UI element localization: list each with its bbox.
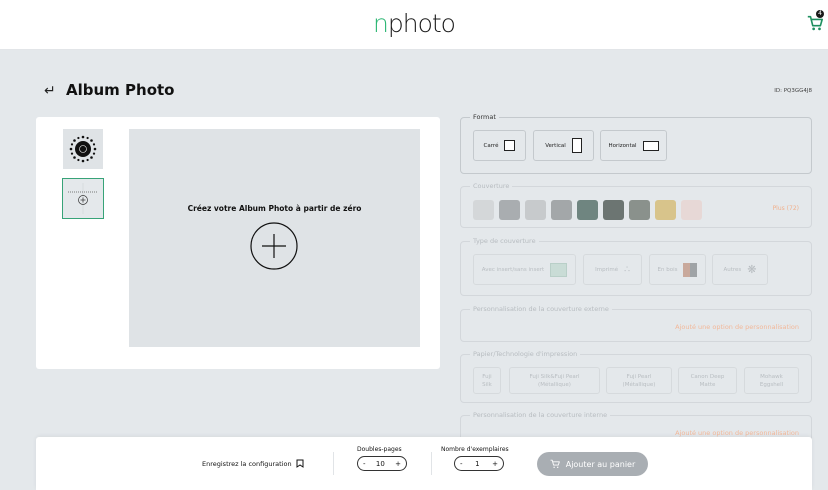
doubles-minus-button[interactable]: -: [363, 460, 366, 468]
save-configuration-label: Enregistrez la configuration: [202, 459, 292, 468]
cover-dots-icon: [69, 135, 97, 163]
exemplaires-value: 1: [475, 459, 480, 468]
couverture-legend: Couverture: [470, 182, 513, 190]
cover-swatch[interactable]: [577, 200, 598, 220]
cover-swatch[interactable]: [551, 200, 572, 220]
type-autres-option[interactable]: Autres ❋: [712, 254, 768, 285]
papier-option-line1: Fuji Silk&Fuji Pearl: [529, 373, 580, 380]
thumbnail-spread[interactable]: [62, 178, 104, 219]
bottom-action-bar: [36, 437, 812, 490]
cover-swatch[interactable]: [629, 200, 650, 220]
papier-fuji-pearl[interactable]: Fuji Pearl (Métallique): [606, 367, 672, 394]
doubles-pages-label: Doubles-pages: [357, 446, 402, 453]
couverture-group: Couverture Plus (72): [460, 182, 812, 228]
format-option-horizontal[interactable]: Horizontal: [600, 130, 667, 161]
perso-externe-legend: Personnalisation de la couverture extern…: [470, 305, 612, 313]
back-arrow-icon[interactable]: ↵: [44, 83, 56, 99]
top-header: nphoto 4: [0, 0, 828, 50]
cart-icon: [550, 459, 560, 469]
exemplaires-plus-button[interactable]: +: [492, 460, 498, 468]
cover-swatch[interactable]: [603, 200, 624, 220]
format-option-vertical[interactable]: Vertical: [533, 130, 594, 161]
papier-option-line2: Matte: [699, 381, 716, 388]
add-circle-icon[interactable]: [250, 222, 298, 270]
product-id: ID: PQ3GG4J8: [774, 88, 812, 94]
page-title: Album Photo: [66, 81, 175, 99]
bottom-divider: [431, 452, 432, 475]
add-to-cart-label: Ajouter au panier: [565, 459, 636, 469]
exemplaires-minus-button[interactable]: -: [460, 460, 463, 468]
papier-fuji-silk-pearl[interactable]: Fuji Silk&Fuji Pearl (Métallique): [509, 367, 600, 394]
type-bois-label: En bois: [657, 266, 678, 273]
type-insert-option[interactable]: Avec insert/sans insert: [473, 254, 576, 285]
type-imprime-option[interactable]: Imprimé ∴: [583, 254, 642, 285]
cart-count-badge: 4: [816, 10, 824, 18]
doubles-pages-value: 10: [375, 459, 385, 468]
cover-swatch[interactable]: [681, 200, 702, 220]
papier-group: Papier/Technologie d'impression Fuji Sil…: [460, 350, 812, 403]
papier-option-line2: Eggshell: [759, 381, 784, 388]
cover-swatch[interactable]: [499, 200, 520, 220]
create-from-scratch-text: Créez votre Album Photo à partir de zéro: [187, 204, 362, 213]
logo-rest: photo: [387, 9, 456, 38]
papier-option-line2: Silk: [482, 381, 492, 388]
exemplaires-label: Nombre d'exemplaires: [441, 446, 509, 453]
cover-swatch[interactable]: [655, 200, 676, 220]
add-externe-option-link[interactable]: Ajouté une option de personnalisation: [675, 323, 799, 331]
bookmark-icon: [296, 459, 304, 468]
format-legend: Format: [470, 113, 499, 121]
papier-canon-deep-matte[interactable]: Canon Deep Matte: [678, 367, 737, 394]
more-covers-link[interactable]: Plus (72): [773, 205, 799, 212]
papier-option-line1: Canon Deep: [690, 373, 725, 380]
type-couverture-legend: Type de couverture: [470, 237, 539, 245]
square-icon: [504, 140, 516, 151]
logo-prefix: n: [373, 9, 389, 38]
thumbnail-cover[interactable]: [63, 129, 103, 169]
landscape-icon: [642, 140, 659, 151]
insert-icon: [550, 262, 568, 277]
doubles-plus-button[interactable]: +: [395, 460, 401, 468]
format-carre-label: Carré: [483, 142, 499, 149]
perso-externe-group: Personnalisation de la couverture extern…: [460, 305, 812, 342]
papier-mohawk-eggshell[interactable]: Mohawk Eggshell: [744, 367, 799, 394]
exemplaires-stepper[interactable]: - 1 +: [454, 456, 504, 471]
wood-icon: [683, 262, 698, 277]
cover-swatch[interactable]: [525, 200, 546, 220]
type-bois-option[interactable]: En bois: [649, 254, 706, 285]
format-option-carre[interactable]: Carré: [473, 130, 526, 161]
spread-preview-icon: [68, 183, 98, 214]
printed-icon: ∴: [624, 264, 630, 275]
papier-option-line2: (Métallique): [538, 381, 571, 388]
papier-option-line1: Fuji Pearl: [626, 373, 652, 380]
add-interne-option-link[interactable]: Ajouté une option de personnalisation: [675, 429, 799, 437]
pattern-icon: ❋: [747, 263, 757, 276]
papier-fuji-silk[interactable]: Fuji Silk: [473, 367, 501, 394]
nphoto-logo[interactable]: nphoto: [373, 9, 456, 38]
type-couverture-group: Type de couverture Avec insert/sans inse…: [460, 237, 812, 296]
papier-option-line1: Fuji: [482, 373, 492, 380]
format-horizontal-label: Horizontal: [608, 142, 637, 149]
bottom-divider: [333, 452, 334, 475]
type-insert-label: Avec insert/sans insert: [481, 266, 545, 273]
perso-interne-legend: Personnalisation de la couverture intern…: [470, 411, 611, 419]
papier-legend: Papier/Technologie d'impression: [470, 350, 581, 358]
doubles-pages-stepper[interactable]: - 10 +: [357, 456, 407, 471]
add-to-cart-button[interactable]: Ajouter au panier: [537, 452, 648, 476]
papier-option-line1: Mohawk: [760, 373, 783, 380]
portrait-icon: [571, 138, 582, 153]
format-group: Format Carré Vertical Horizontal: [460, 113, 812, 174]
cover-swatch[interactable]: [473, 200, 494, 220]
format-vertical-label: Vertical: [545, 142, 566, 149]
type-imprime-label: Imprimé: [595, 266, 619, 273]
save-configuration-button[interactable]: Enregistrez la configuration: [202, 459, 304, 468]
type-autres-label: Autres: [723, 266, 742, 273]
papier-option-line2: (Métallique): [622, 381, 656, 388]
